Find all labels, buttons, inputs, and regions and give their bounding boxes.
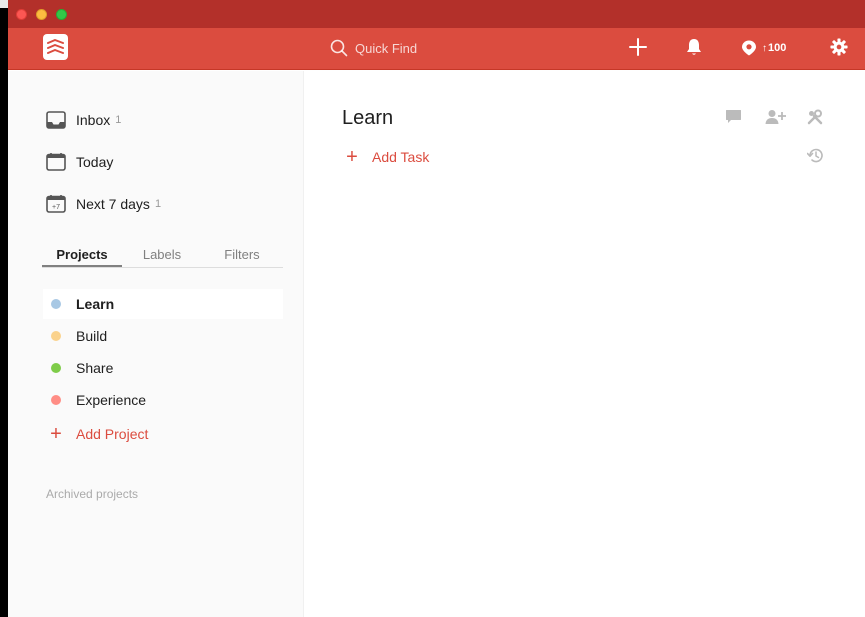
plus-icon: + — [50, 423, 62, 445]
todoist-logo-icon[interactable] — [43, 34, 68, 60]
sidebar-item-label: Next 7 days — [76, 196, 150, 212]
window-maximize-button[interactable] — [56, 9, 67, 20]
sidebar-item-inbox[interactable]: Inbox 1 — [45, 108, 121, 132]
add-project-button[interactable]: + Add Project — [49, 424, 148, 444]
add-person-icon[interactable] — [765, 109, 787, 125]
add-task-button[interactable]: + Add Task — [345, 147, 429, 167]
sidebar: Inbox 1 Today +7 Next 7 days 1 Projects … — [8, 71, 304, 617]
karma-icon — [742, 40, 756, 56]
karma-badge[interactable]: ↑ 100 — [741, 40, 786, 56]
project-item-build[interactable]: Build — [43, 321, 283, 351]
main-content: Learn + Add Task — [304, 71, 865, 617]
history-icon[interactable] — [807, 147, 824, 164]
quick-find-search[interactable]: Quick Find — [330, 38, 417, 58]
calendar-plus7-icon: +7 — [45, 193, 67, 215]
window-titlebar — [8, 0, 865, 28]
add-task-label: Add Task — [372, 149, 430, 165]
project-color-dot — [51, 299, 61, 309]
tab-projects[interactable]: Projects — [42, 243, 122, 267]
plus-icon: + — [346, 146, 358, 168]
sidebar-item-today[interactable]: Today — [45, 150, 113, 174]
project-label: Share — [76, 360, 114, 376]
quick-find-input[interactable]: Quick Find — [355, 41, 417, 56]
add-project-label: Add Project — [76, 426, 149, 442]
project-item-share[interactable]: Share — [43, 353, 283, 383]
sidebar-item-label: Today — [76, 154, 114, 170]
inbox-icon — [45, 109, 67, 131]
sidebar-item-label: Inbox — [76, 112, 111, 128]
comment-icon[interactable] — [725, 109, 742, 125]
project-label: Experience — [76, 392, 147, 408]
archived-projects-link[interactable]: Archived projects — [46, 487, 138, 501]
window-close-button[interactable] — [16, 9, 27, 20]
karma-arrow: ↑ — [762, 42, 767, 54]
tab-filters[interactable]: Filters — [202, 243, 282, 267]
bell-icon[interactable] — [684, 37, 704, 57]
window-minimize-button[interactable] — [36, 9, 47, 20]
project-color-dot — [51, 395, 61, 405]
project-settings-icon[interactable] — [807, 109, 823, 125]
gear-icon[interactable] — [830, 38, 848, 56]
calendar-plus7-text: +7 — [52, 204, 60, 211]
app-window: Quick Find ↑ 100 Inbox 1 Today +7 Next 7… — [8, 0, 865, 617]
project-item-experience[interactable]: Experience — [43, 385, 283, 415]
tab-labels[interactable]: Labels — [122, 243, 202, 267]
sidebar-item-count: 1 — [115, 114, 122, 126]
top-bar: Quick Find ↑ 100 — [8, 28, 865, 70]
page-title: Learn — [342, 107, 394, 129]
quick-add-icon[interactable] — [628, 37, 648, 57]
project-label: Build — [76, 328, 108, 344]
project-color-dot — [51, 363, 61, 373]
sidebar-tabs: Projects Labels Filters — [42, 243, 283, 268]
sidebar-item-next-7-days[interactable]: +7 Next 7 days 1 — [45, 192, 161, 216]
project-item-learn[interactable]: Learn — [43, 289, 283, 319]
project-label: Learn — [76, 296, 115, 312]
calendar-icon — [45, 151, 67, 173]
search-icon — [330, 39, 348, 57]
karma-value: 100 — [768, 42, 787, 54]
sidebar-item-count: 1 — [154, 198, 162, 210]
project-color-dot — [51, 331, 61, 341]
